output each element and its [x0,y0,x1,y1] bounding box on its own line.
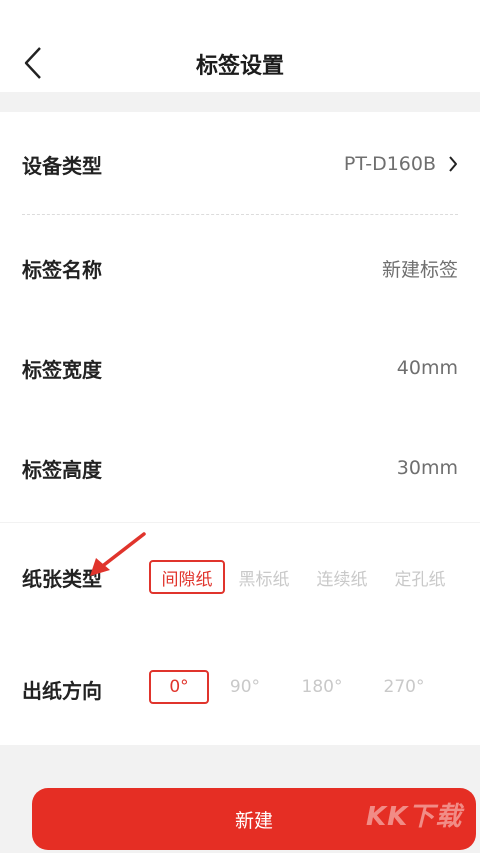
direction-label: 出纸方向 [22,678,102,703]
label-height-value: 30mm [396,457,458,479]
direction-option-270[interactable]: 270° [375,670,433,704]
label-width-label: 标签宽度 [22,357,102,382]
paper-settings-card: 纸张类型 间隙纸 黑标纸 连续纸 定孔纸 出纸方向 0° 90° 180° 27… [0,523,480,745]
chevron-right-icon [448,155,458,173]
label-name-label: 标签名称 [22,257,102,282]
paper-type-option-gap[interactable]: 间隙纸 [149,560,225,594]
direction-option-90[interactable]: 90° [219,670,271,704]
divider [22,214,458,215]
label-name-value: 新建标签 [381,258,458,281]
device-type-label: 设备类型 [22,153,102,178]
paper-type-option-continuous[interactable]: 连续纸 [306,560,378,594]
settings-card: 设备类型 PT-D160B 标签名称 新建标签 标签宽度 40mm 标签高度 3… [0,112,480,522]
paper-type-option-black-mark[interactable]: 黑标纸 [228,560,300,594]
label-height-label: 标签高度 [22,457,102,482]
label-name-row[interactable]: 标签名称 新建标签 [0,248,480,288]
device-type-value: PT-D160B [343,153,436,175]
paper-type-option-hole[interactable]: 定孔纸 [384,560,456,594]
device-type-row[interactable]: 设备类型 PT-D160B [0,144,480,184]
page-title: 标签设置 [195,54,284,79]
header: 标签设置 [0,0,480,92]
direction-option-180[interactable]: 180° [293,670,351,704]
create-button-label: 新建 [234,809,273,832]
label-height-row[interactable]: 标签高度 30mm [0,448,480,488]
watermark-logo: KK下载 [366,802,463,832]
direction-option-0[interactable]: 0° [149,670,209,704]
label-width-row[interactable]: 标签宽度 40mm [0,348,480,388]
label-width-value: 40mm [396,357,458,379]
device-type-value-group: PT-D160B [344,153,458,175]
annotation-arrow-icon [90,532,146,576]
